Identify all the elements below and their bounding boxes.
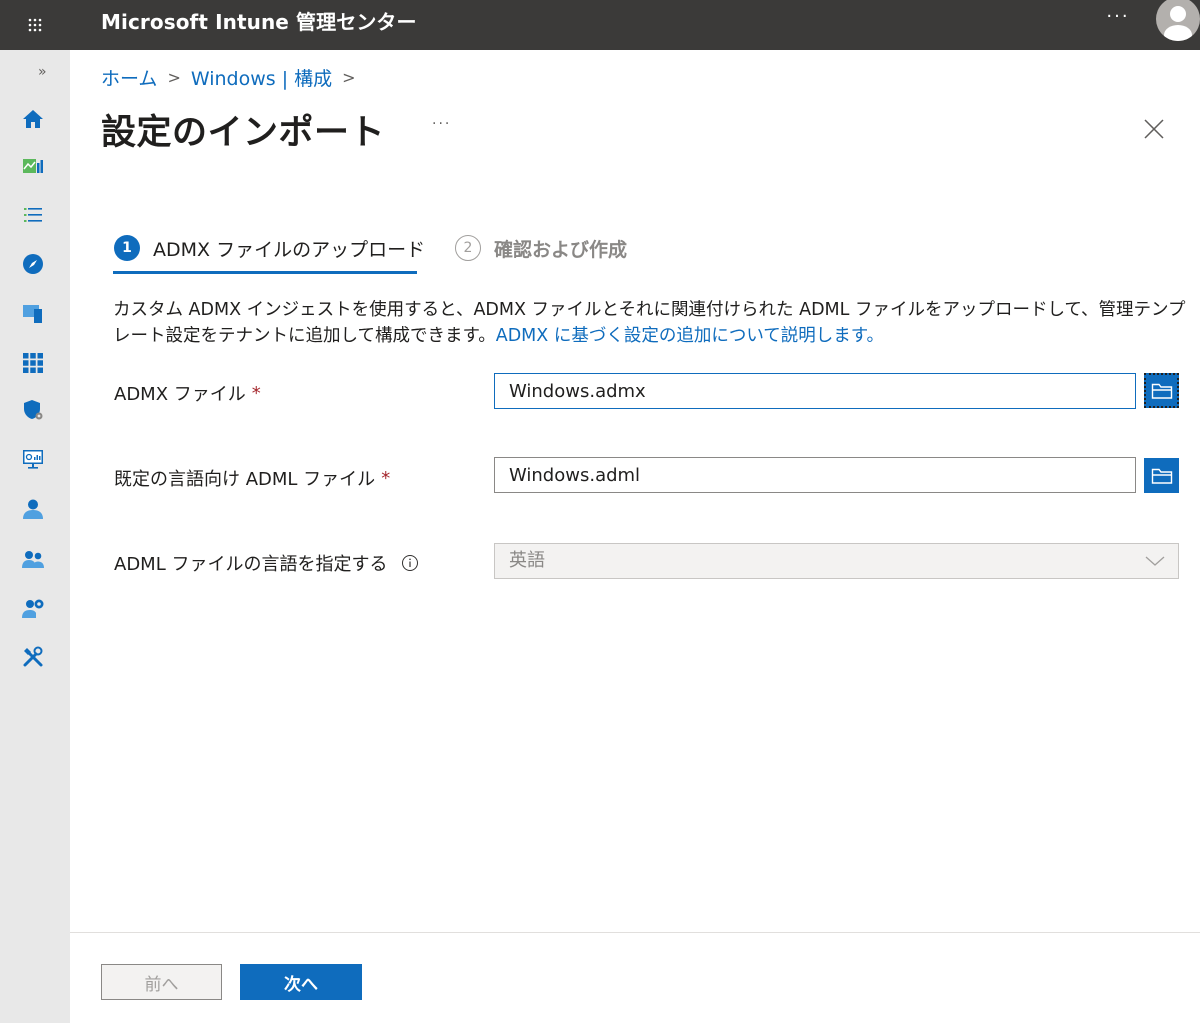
apps-icon[interactable]	[20, 350, 46, 376]
breadcrumb-windows-config-link[interactable]: Windows | 構成	[191, 64, 332, 91]
troubleshooting-icon[interactable]	[20, 644, 46, 670]
users-icon[interactable]	[20, 496, 46, 522]
home-icon[interactable]	[20, 106, 46, 132]
close-icon[interactable]	[1142, 117, 1166, 141]
endpoint-security-icon[interactable]	[20, 397, 46, 423]
step-number: 1	[114, 235, 140, 261]
folder-icon	[1151, 383, 1172, 399]
groups-icon[interactable]	[20, 546, 46, 572]
reports-icon[interactable]	[20, 446, 46, 472]
tenant-admin-icon[interactable]	[20, 595, 46, 621]
active-step-indicator	[113, 271, 417, 274]
breadcrumb-separator: >	[167, 68, 181, 87]
step-review-create[interactable]: 2 確認および作成	[455, 232, 627, 264]
step-label: 確認および作成	[494, 238, 628, 261]
admx-browse-button[interactable]	[1144, 373, 1179, 408]
app-title[interactable]: Microsoft Intune 管理センター	[101, 0, 417, 50]
info-icon[interactable]	[401, 554, 419, 572]
required-asterisk: *	[381, 467, 391, 489]
chevron-down-icon	[1145, 556, 1165, 566]
adml-file-label: 既定の言語向け ADML ファイル *	[114, 465, 390, 491]
admx-file-label: ADMX ファイル *	[114, 380, 261, 406]
admx-file-input[interactable]	[494, 373, 1136, 409]
user-avatar-icon[interactable]	[1156, 0, 1200, 41]
topbar-more-button[interactable]: ···	[1098, 6, 1138, 36]
step-number: 2	[455, 235, 481, 261]
adml-language-value: 英語	[509, 550, 545, 571]
adml-language-label: ADML ファイルの言語を指定する	[114, 550, 419, 576]
adml-language-select[interactable]: 英語	[494, 543, 1179, 579]
page-title: 設定のインポート	[101, 113, 386, 153]
next-button[interactable]: 次へ	[240, 964, 362, 1000]
adml-language-label-text: ADML ファイルの言語を指定する	[114, 554, 388, 575]
expand-nav-icon[interactable]: »	[38, 64, 47, 80]
adml-file-label-text: 既定の言語向け ADML ファイル	[114, 469, 376, 490]
top-bar: Microsoft Intune 管理センター ···	[0, 0, 1200, 50]
dashboard-icon[interactable]	[20, 153, 46, 179]
breadcrumb-home-link[interactable]: ホーム	[101, 64, 157, 91]
devices-icon[interactable]	[20, 300, 46, 326]
waffle-menu-icon[interactable]	[0, 0, 70, 50]
breadcrumb: ホーム > Windows | 構成 >	[101, 64, 366, 91]
learn-more-link[interactable]: ADMX に基づく設定の追加について説明します。	[496, 326, 884, 346]
all-services-icon[interactable]	[20, 202, 46, 228]
step-upload-admx[interactable]: 1 ADMX ファイルのアップロード	[114, 232, 425, 264]
adml-file-input[interactable]	[494, 457, 1136, 493]
required-asterisk: *	[251, 382, 261, 404]
breadcrumb-separator: >	[342, 68, 356, 87]
explore-icon[interactable]	[20, 251, 46, 277]
adml-browse-button[interactable]	[1144, 458, 1179, 493]
footer-divider	[70, 932, 1200, 933]
title-more-button[interactable]: ···	[432, 116, 451, 132]
folder-icon	[1151, 468, 1172, 484]
previous-button[interactable]: 前へ	[101, 964, 222, 1000]
admx-file-label-text: ADMX ファイル	[114, 384, 246, 405]
description: カスタム ADMX インジェストを使用すると、ADMX ファイルとそれに関連付け…	[113, 297, 1188, 349]
left-nav-rail: »	[0, 50, 70, 1023]
step-label: ADMX ファイルのアップロード	[153, 238, 426, 261]
